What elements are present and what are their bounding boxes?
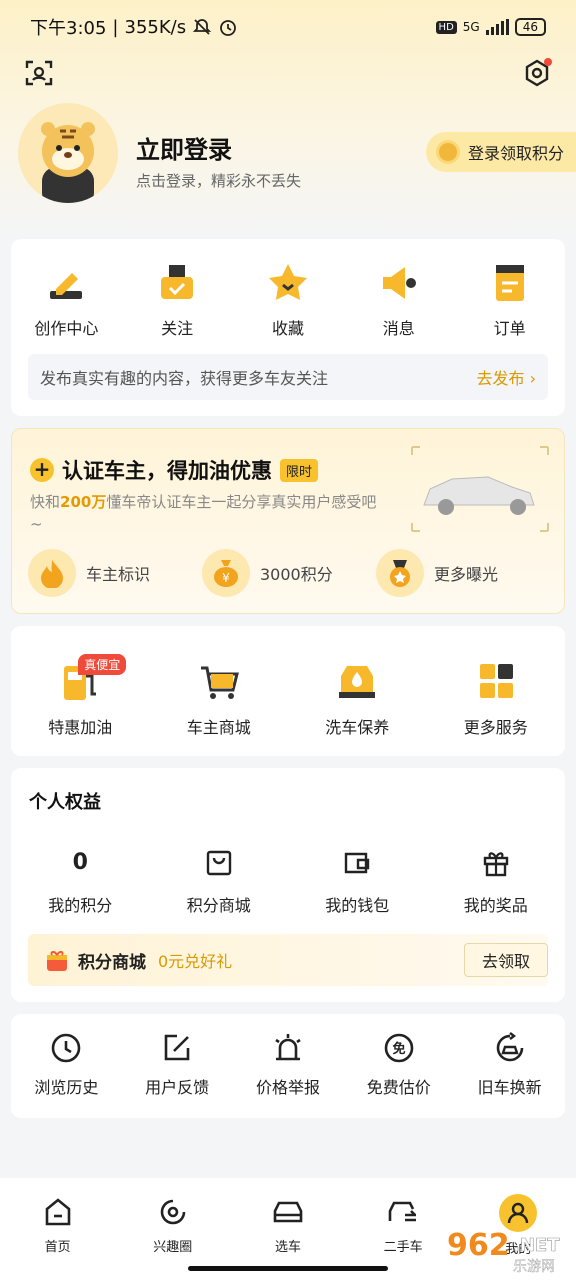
service-more[interactable]: 更多服务 [436,662,556,738]
perk-exposure: 更多曝光 [376,549,522,597]
pen-icon [50,273,83,299]
service-discount-fuel[interactable]: 真便宜 特惠加油 [20,654,140,738]
flame-icon [41,560,63,588]
quick-item-messages[interactable]: 消息 [353,261,445,339]
alarm-icon [275,1034,301,1061]
gift-bag-icon [47,951,67,971]
quick-item-create[interactable]: 创作中心 [20,261,112,339]
svg-text:乐游网: 乐游网 [513,1259,555,1275]
quick-actions-card: 创作中心 关注 收藏 消息 订单 发布真实有趣的内容，获得更多车友关注 去发布 … [11,239,565,416]
svg-text:.NET: .NET [513,1235,560,1256]
shopping-bag-icon [206,850,231,876]
status-bar: 下午3:05 | 355K/s HD 5G 46 [30,12,546,42]
personal-rights-card: 个人权益 0 我的积分 积分商城 我的钱包 我的奖品 积分商城 0元兑好礼 去领… [11,768,565,1002]
tiger-mascot-icon [41,122,95,203]
svg-text:¥: ¥ [222,571,230,585]
my-wallet[interactable]: 我的钱包 [297,848,417,916]
status-speed: 355K/s [124,16,187,38]
svg-text:962: 962 [447,1228,510,1263]
perk-owner-badge: 车主标识 [28,549,174,597]
settings-icon[interactable] [522,58,552,88]
scan-icon[interactable] [24,58,54,88]
login-points-label: 登录领取积分 [468,144,565,163]
alarm-clock-icon [220,20,237,36]
points-value: 0 [72,850,88,875]
quick-item-follow[interactable]: 关注 [131,261,223,339]
grid-icon [479,664,513,698]
tool-history[interactable]: 浏览历史 [14,1032,118,1098]
clock-icon [52,1033,81,1063]
login-title[interactable]: 立即登录 [136,130,232,165]
hd-badge: HD [435,20,457,34]
section-title: 个人权益 [29,792,101,813]
cart-icon [200,666,239,699]
promo-title: 认证车主，得加油优惠 [62,459,272,483]
quick-item-orders[interactable]: 订单 [464,261,556,339]
my-points[interactable]: 0 我的积分 [20,848,140,916]
car-illustration-icon [411,446,549,532]
network-label: 5G [462,20,480,34]
quick-item-favorites[interactable]: 收藏 [242,261,334,339]
follow-icon [161,265,194,299]
cheap-tag: 真便宜 [78,654,127,675]
mute-icon [192,19,212,35]
status-time: 下午3:05 [30,18,107,39]
perk-points: ¥ 3000积分 [202,549,348,597]
plus-icon: + [30,458,54,482]
publish-tip-bar[interactable]: 发布真实有趣的内容，获得更多车友关注 去发布 › [28,354,548,400]
points-mall-subtitle: 0元兑好礼 [158,952,233,971]
login-points-button[interactable]: 登录领取积分 [426,132,576,172]
car-icon [273,1201,303,1223]
wallet-icon [345,852,370,874]
speaker-icon [382,267,416,299]
coin-icon [436,140,460,164]
user-icon [508,1202,529,1224]
publish-button[interactable]: 去发布 › [477,365,537,389]
signal-icon [485,19,509,35]
tool-trade-in[interactable]: 旧车换新 [458,1032,562,1098]
order-icon [495,265,524,301]
free-icon: 免 [384,1033,414,1063]
tool-free-valuation[interactable]: 免 免费估价 [347,1032,451,1098]
battery-indicator: 46 [514,18,546,36]
exchange-icon [496,1032,523,1062]
publish-tip-text: 发布真实有趣的内容，获得更多车友关注 [40,369,329,388]
points-mall-banner[interactable]: 积分商城 0元兑好礼 去领取 [28,934,548,986]
service-mall[interactable]: 车主商城 [159,662,279,738]
login-subtitle[interactable]: 点击登录，精彩永不丢失 [136,170,301,191]
promo-description: 快和200万懂车帝认证车主一起分享真实用户感受吧 ~ [30,493,377,533]
feedback-icon [164,1034,190,1061]
avatar[interactable] [18,103,118,203]
limited-tag: 限时 [280,458,319,482]
medal-icon [390,560,410,587]
car-wash-icon [339,666,376,698]
points-mall[interactable]: 积分商城 [159,848,279,916]
watermark-logo: 962 .NET 乐游网 [447,1228,560,1275]
points-mall-title: 积分商城 [78,952,146,973]
home-indicator[interactable] [188,1266,388,1271]
services-card: 真便宜 特惠加油 车主商城 洗车保养 更多服务 [11,626,565,756]
tool-price-report[interactable]: 价格举报 [236,1032,340,1098]
svg-text:免: 免 [392,1041,405,1057]
tool-feedback[interactable]: 用户反馈 [125,1032,229,1098]
star-icon [268,264,307,300]
tab-home[interactable]: 首页 [8,1194,108,1280]
tools-card: 浏览历史 用户反馈 价格举报 免 免费估价 旧车换新 [11,1014,565,1118]
owner-verify-card[interactable]: + 认证车主，得加油优惠 限时 快和200万懂车帝认证车主一起分享真实用户感受吧… [11,428,565,614]
circle-icon [160,1199,186,1225]
used-car-icon [388,1201,417,1222]
my-prizes[interactable]: 我的奖品 [436,848,556,916]
money-bag-icon: ¥ [214,560,238,587]
home-icon [45,1198,70,1226]
service-car-wash[interactable]: 洗车保养 [297,662,417,738]
gift-icon [483,852,508,877]
claim-button[interactable]: 去领取 [464,943,548,977]
